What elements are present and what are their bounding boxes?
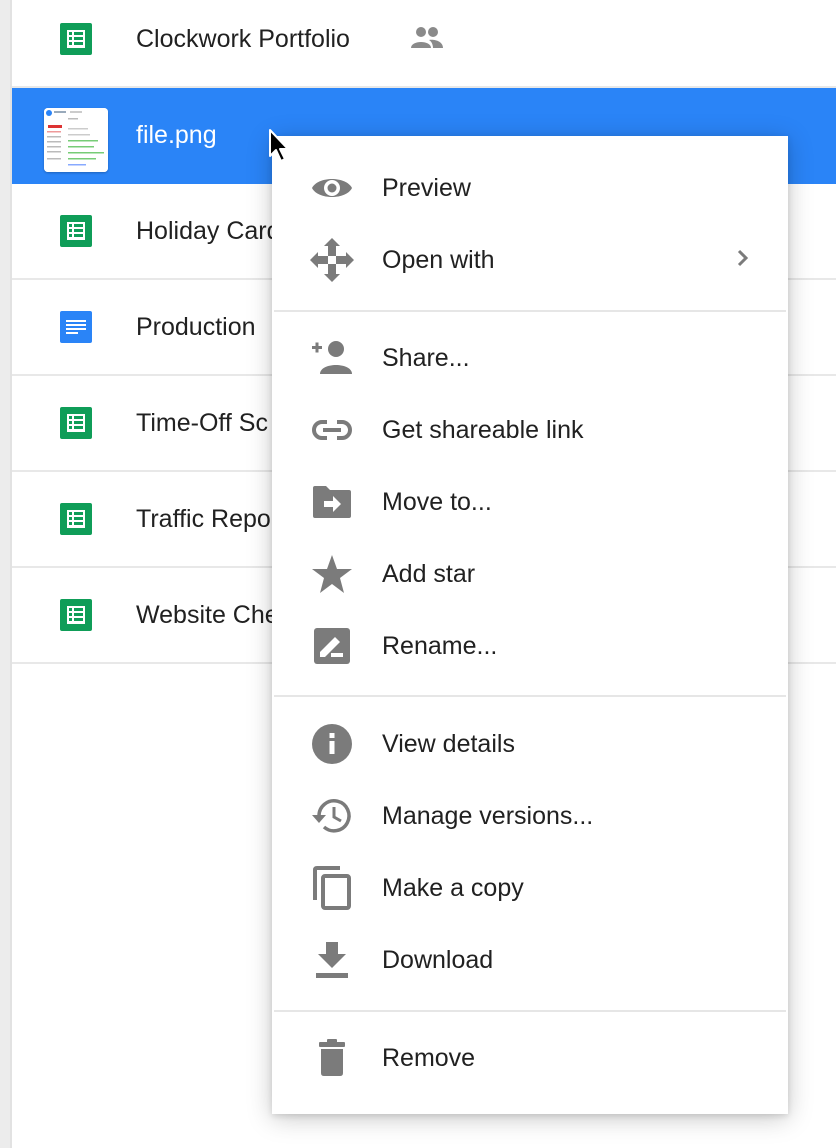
menu-item-remove[interactable]: Remove <box>272 1022 788 1094</box>
file-name: Holiday Card <box>136 216 281 245</box>
history-icon <box>308 792 356 840</box>
menu-item-label: Open with <box>382 245 495 274</box>
file-row[interactable]: Clockwork Portfolio <box>12 0 836 88</box>
menu-item-preview[interactable]: Preview <box>272 152 788 224</box>
link-icon <box>308 406 356 454</box>
menu-item-add-star[interactable]: Add star <box>272 538 788 610</box>
sheets-icon <box>60 407 92 439</box>
pencil-box-icon <box>308 622 356 670</box>
download-icon <box>308 936 356 984</box>
menu-item-move-to[interactable]: Move to... <box>272 466 788 538</box>
menu-item-label: Get shareable link <box>382 415 584 444</box>
menu-item-label: Preview <box>382 173 471 202</box>
info-icon <box>308 720 356 768</box>
menu-item-download[interactable]: Download <box>272 924 788 996</box>
eye-icon <box>308 164 356 212</box>
menu-item-share[interactable]: Share... <box>272 322 788 394</box>
menu-item-label: Remove <box>382 1043 476 1072</box>
file-name: Clockwork Portfolio <box>136 24 350 53</box>
file-name: Traffic Repo <box>136 504 271 533</box>
menu-divider <box>274 1010 786 1012</box>
menu-item-label: Make a copy <box>382 873 524 902</box>
chevron-right-icon <box>736 249 750 272</box>
menu-item-manage-versions[interactable]: Manage versions... <box>272 780 788 852</box>
menu-item-rename[interactable]: Rename... <box>272 610 788 682</box>
menu-item-view-details[interactable]: View details <box>272 708 788 780</box>
file-name: file.png <box>136 120 217 149</box>
file-name: Time-Off Sc <box>136 408 268 437</box>
shared-people-icon <box>410 26 444 55</box>
file-name: Production <box>136 312 256 341</box>
file-name: Website Che <box>136 600 279 629</box>
menu-item-label: Manage versions... <box>382 801 594 830</box>
menu-item-label: Download <box>382 945 494 974</box>
menu-item-label: Share... <box>382 343 470 372</box>
menu-item-label: Move to... <box>382 487 492 516</box>
mouse-cursor-icon <box>268 128 294 171</box>
move-arrows-icon <box>308 236 356 284</box>
menu-divider <box>274 310 786 312</box>
menu-item-label: Add star <box>382 559 476 588</box>
person-add-icon <box>308 334 356 382</box>
menu-item-make-copy[interactable]: Make a copy <box>272 852 788 924</box>
sheets-icon <box>60 599 92 631</box>
image-thumbnail <box>44 108 108 172</box>
sheets-icon <box>60 23 92 55</box>
star-icon <box>308 550 356 598</box>
copy-icon <box>308 864 356 912</box>
menu-item-open-with[interactable]: Open with <box>272 224 788 296</box>
sheets-icon <box>60 503 92 535</box>
docs-icon <box>60 311 92 343</box>
menu-divider <box>274 695 786 697</box>
left-gutter <box>0 0 12 1148</box>
folder-move-icon <box>308 478 356 526</box>
sheets-icon <box>60 215 92 247</box>
menu-item-label: Rename... <box>382 631 498 660</box>
menu-item-get-link[interactable]: Get shareable link <box>272 394 788 466</box>
menu-item-label: View details <box>382 729 515 758</box>
trash-icon <box>308 1034 356 1082</box>
context-menu: Preview Open with Share... Get shareable… <box>272 136 788 1114</box>
